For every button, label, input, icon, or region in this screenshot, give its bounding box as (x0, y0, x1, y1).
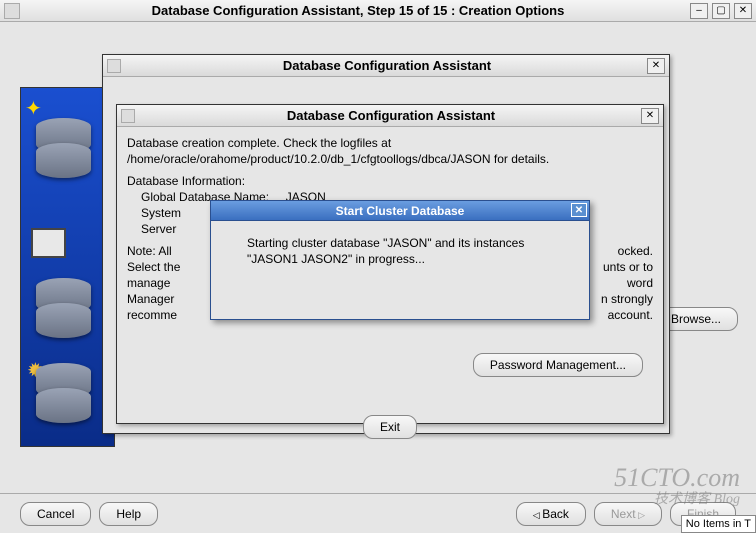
dbca-dialog-outer-titlebar[interactable]: Database Configuration Assistant ✕ (103, 55, 669, 77)
note-line: manage (127, 275, 170, 291)
note-line-end: n strongly (601, 291, 653, 307)
square-icon (31, 228, 66, 258)
note-line: Select the (127, 259, 180, 275)
app-icon (4, 3, 20, 19)
start-cluster-titlebar[interactable]: Start Cluster Database ✕ (211, 201, 589, 221)
status-no-items: No Items in T (681, 515, 756, 533)
note-line-end: ocked. (618, 243, 653, 259)
start-cluster-body: Starting cluster database "JASON" and it… (211, 221, 589, 281)
cancel-button[interactable]: Cancel (20, 502, 91, 526)
app-icon (121, 109, 135, 123)
close-button[interactable]: ✕ (647, 58, 665, 74)
star-icon: ✦ (25, 96, 42, 121)
minimize-button[interactable]: – (690, 3, 708, 19)
note-line-end: word (627, 275, 653, 291)
close-button[interactable]: ✕ (571, 203, 587, 217)
dbca-dialog-outer-title: Database Configuration Assistant (127, 58, 647, 73)
wizard-sidebar-image: ✦ ✹ (20, 87, 115, 447)
back-button[interactable]: Back (516, 502, 586, 526)
dbca-completion-title: Database Configuration Assistant (141, 108, 641, 123)
disk-icon (36, 143, 91, 178)
note-line-end: unts or to (603, 259, 653, 275)
note-line: recomme (127, 307, 177, 323)
help-button[interactable]: Help (99, 502, 158, 526)
note-line: Manager (127, 291, 174, 307)
main-titlebar: Database Configuration Assistant, Step 1… (0, 0, 756, 22)
start-cluster-dialog: Start Cluster Database ✕ Starting cluste… (210, 200, 590, 320)
next-button: Next (594, 502, 662, 526)
close-button[interactable]: ✕ (734, 3, 752, 19)
wizard-bottom-bar: Cancel Help Back Next Finish (0, 493, 756, 533)
main-window-title: Database Configuration Assistant, Step 1… (26, 3, 690, 18)
disk-icon (36, 388, 91, 423)
dbca-completion-titlebar[interactable]: Database Configuration Assistant ✕ (117, 105, 663, 127)
exit-button[interactable]: Exit (363, 415, 417, 439)
completion-message: Database creation complete. Check the lo… (127, 135, 653, 167)
maximize-button[interactable]: ▢ (712, 3, 730, 19)
app-icon (107, 59, 121, 73)
note-line-end: account. (608, 307, 653, 323)
note-line: Note: All (127, 243, 172, 259)
db-info-heading: Database Information: (127, 173, 653, 189)
disk-icon (36, 303, 91, 338)
password-management-button[interactable]: Password Management... (473, 353, 643, 377)
start-cluster-title: Start Cluster Database (336, 204, 465, 218)
close-button[interactable]: ✕ (641, 108, 659, 124)
